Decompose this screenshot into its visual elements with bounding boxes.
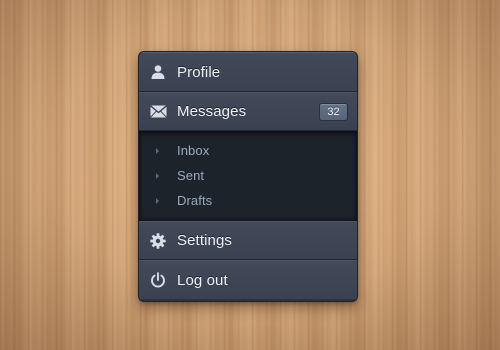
menu-item-label: Log out <box>177 271 228 289</box>
bullet-arrow-icon <box>156 147 159 154</box>
power-icon <box>139 261 177 299</box>
menu-item-logout[interactable]: Log out <box>139 260 357 299</box>
dropdown-menu: Profile Messages 32 Inbox Sent Drafts Se… <box>139 52 357 301</box>
menu-item-label: Settings <box>177 232 232 249</box>
submenu-item-label: Sent <box>177 168 205 183</box>
messages-submenu: Inbox Sent Drafts <box>139 131 357 221</box>
bullet-arrow-icon <box>156 197 159 204</box>
submenu-item-label: Drafts <box>177 193 213 208</box>
bullet-arrow-icon <box>156 172 159 179</box>
submenu-item-sent[interactable]: Sent <box>139 163 357 188</box>
submenu-item-inbox[interactable]: Inbox <box>139 138 357 163</box>
submenu-item-label: Inbox <box>177 143 210 158</box>
unread-count-badge: 32 <box>319 102 348 121</box>
submenu-item-drafts[interactable]: Drafts <box>139 188 357 213</box>
menu-item-settings[interactable]: Settings <box>139 221 357 260</box>
menu-item-label: Profile <box>177 63 221 81</box>
menu-item-profile[interactable]: Profile <box>139 52 357 92</box>
envelope-icon <box>139 93 177 130</box>
gear-icon <box>139 222 177 259</box>
page: { "menu": { "items": [ { "id": "profile"… <box>0 0 500 350</box>
menu-item-messages[interactable]: Messages 32 <box>139 92 357 131</box>
user-icon <box>139 53 177 91</box>
